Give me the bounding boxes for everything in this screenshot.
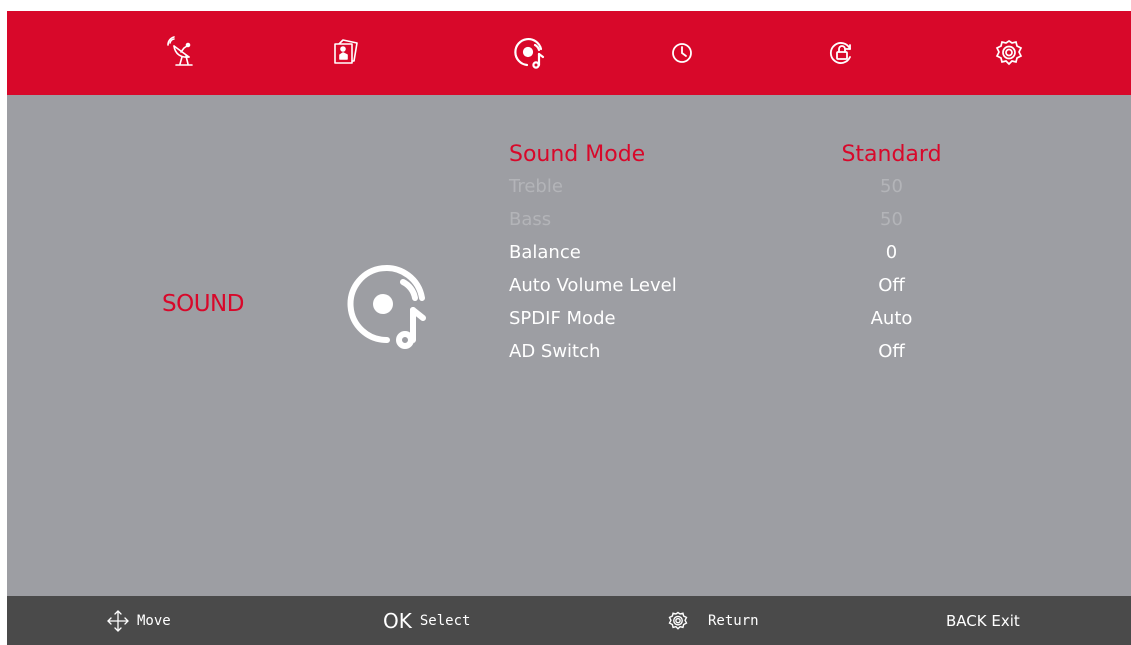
menu-item-label: AD Switch (509, 341, 601, 362)
menu-item-label: Balance (509, 242, 581, 263)
menu-item-label: Treble (509, 176, 563, 197)
menu-item-sound-mode[interactable]: Sound Mode Standard (509, 142, 949, 172)
category-title: SOUND (162, 291, 244, 317)
return-hint[interactable]: Return (666, 596, 759, 645)
exit-label: BACK Exit (946, 611, 1020, 630)
menu-item-label: Sound Mode (509, 142, 646, 167)
menu-item-treble: Treble 50 (509, 176, 949, 206)
menu-tab-bar (7, 11, 1131, 95)
menu-item-value: 0 (885, 242, 898, 263)
menu-item-value: 50 (880, 176, 903, 197)
move-label: Move (137, 612, 171, 629)
gear-icon (666, 609, 690, 633)
select-hint[interactable]: OK Select (383, 596, 470, 645)
menu-item-value: Auto (870, 308, 913, 329)
move-arrows-icon (105, 608, 131, 634)
menu-item-auto-volume-level[interactable]: Auto Volume Level Off (509, 275, 949, 305)
tv-menu-screen: SOUND Sound Mode Standard Treble 50 Bass… (7, 11, 1131, 645)
clock-icon[interactable] (665, 36, 699, 70)
footer-hint-bar: Move OK Select Return BACK Exit (7, 596, 1131, 645)
sound-disc-icon (343, 260, 433, 350)
exit-hint[interactable]: BACK Exit (946, 596, 1020, 645)
menu-item-spdif-mode[interactable]: SPDIF Mode Auto (509, 308, 949, 338)
picture-icon[interactable] (329, 36, 363, 70)
menu-item-value: Off (878, 341, 905, 362)
satellite-dish-icon[interactable] (165, 36, 199, 70)
menu-item-balance[interactable]: Balance 0 (509, 242, 949, 272)
return-label: Return (708, 612, 759, 629)
menu-item-bass: Bass 50 (509, 209, 949, 239)
gear-icon[interactable] (992, 36, 1026, 70)
move-hint[interactable]: Move (105, 596, 171, 645)
menu-item-ad-switch[interactable]: AD Switch Off (509, 341, 949, 371)
menu-item-label: SPDIF Mode (509, 308, 616, 329)
ok-key-glyph: OK (383, 608, 412, 633)
lock-icon[interactable] (825, 36, 859, 70)
menu-item-value: Standard (841, 142, 942, 167)
menu-item-value: 50 (880, 209, 903, 230)
menu-item-label: Bass (509, 209, 552, 230)
menu-item-value: Off (878, 275, 905, 296)
sound-disc-icon[interactable] (513, 36, 547, 70)
select-label: Select (419, 612, 471, 629)
menu-item-label: Auto Volume Level (509, 275, 677, 296)
